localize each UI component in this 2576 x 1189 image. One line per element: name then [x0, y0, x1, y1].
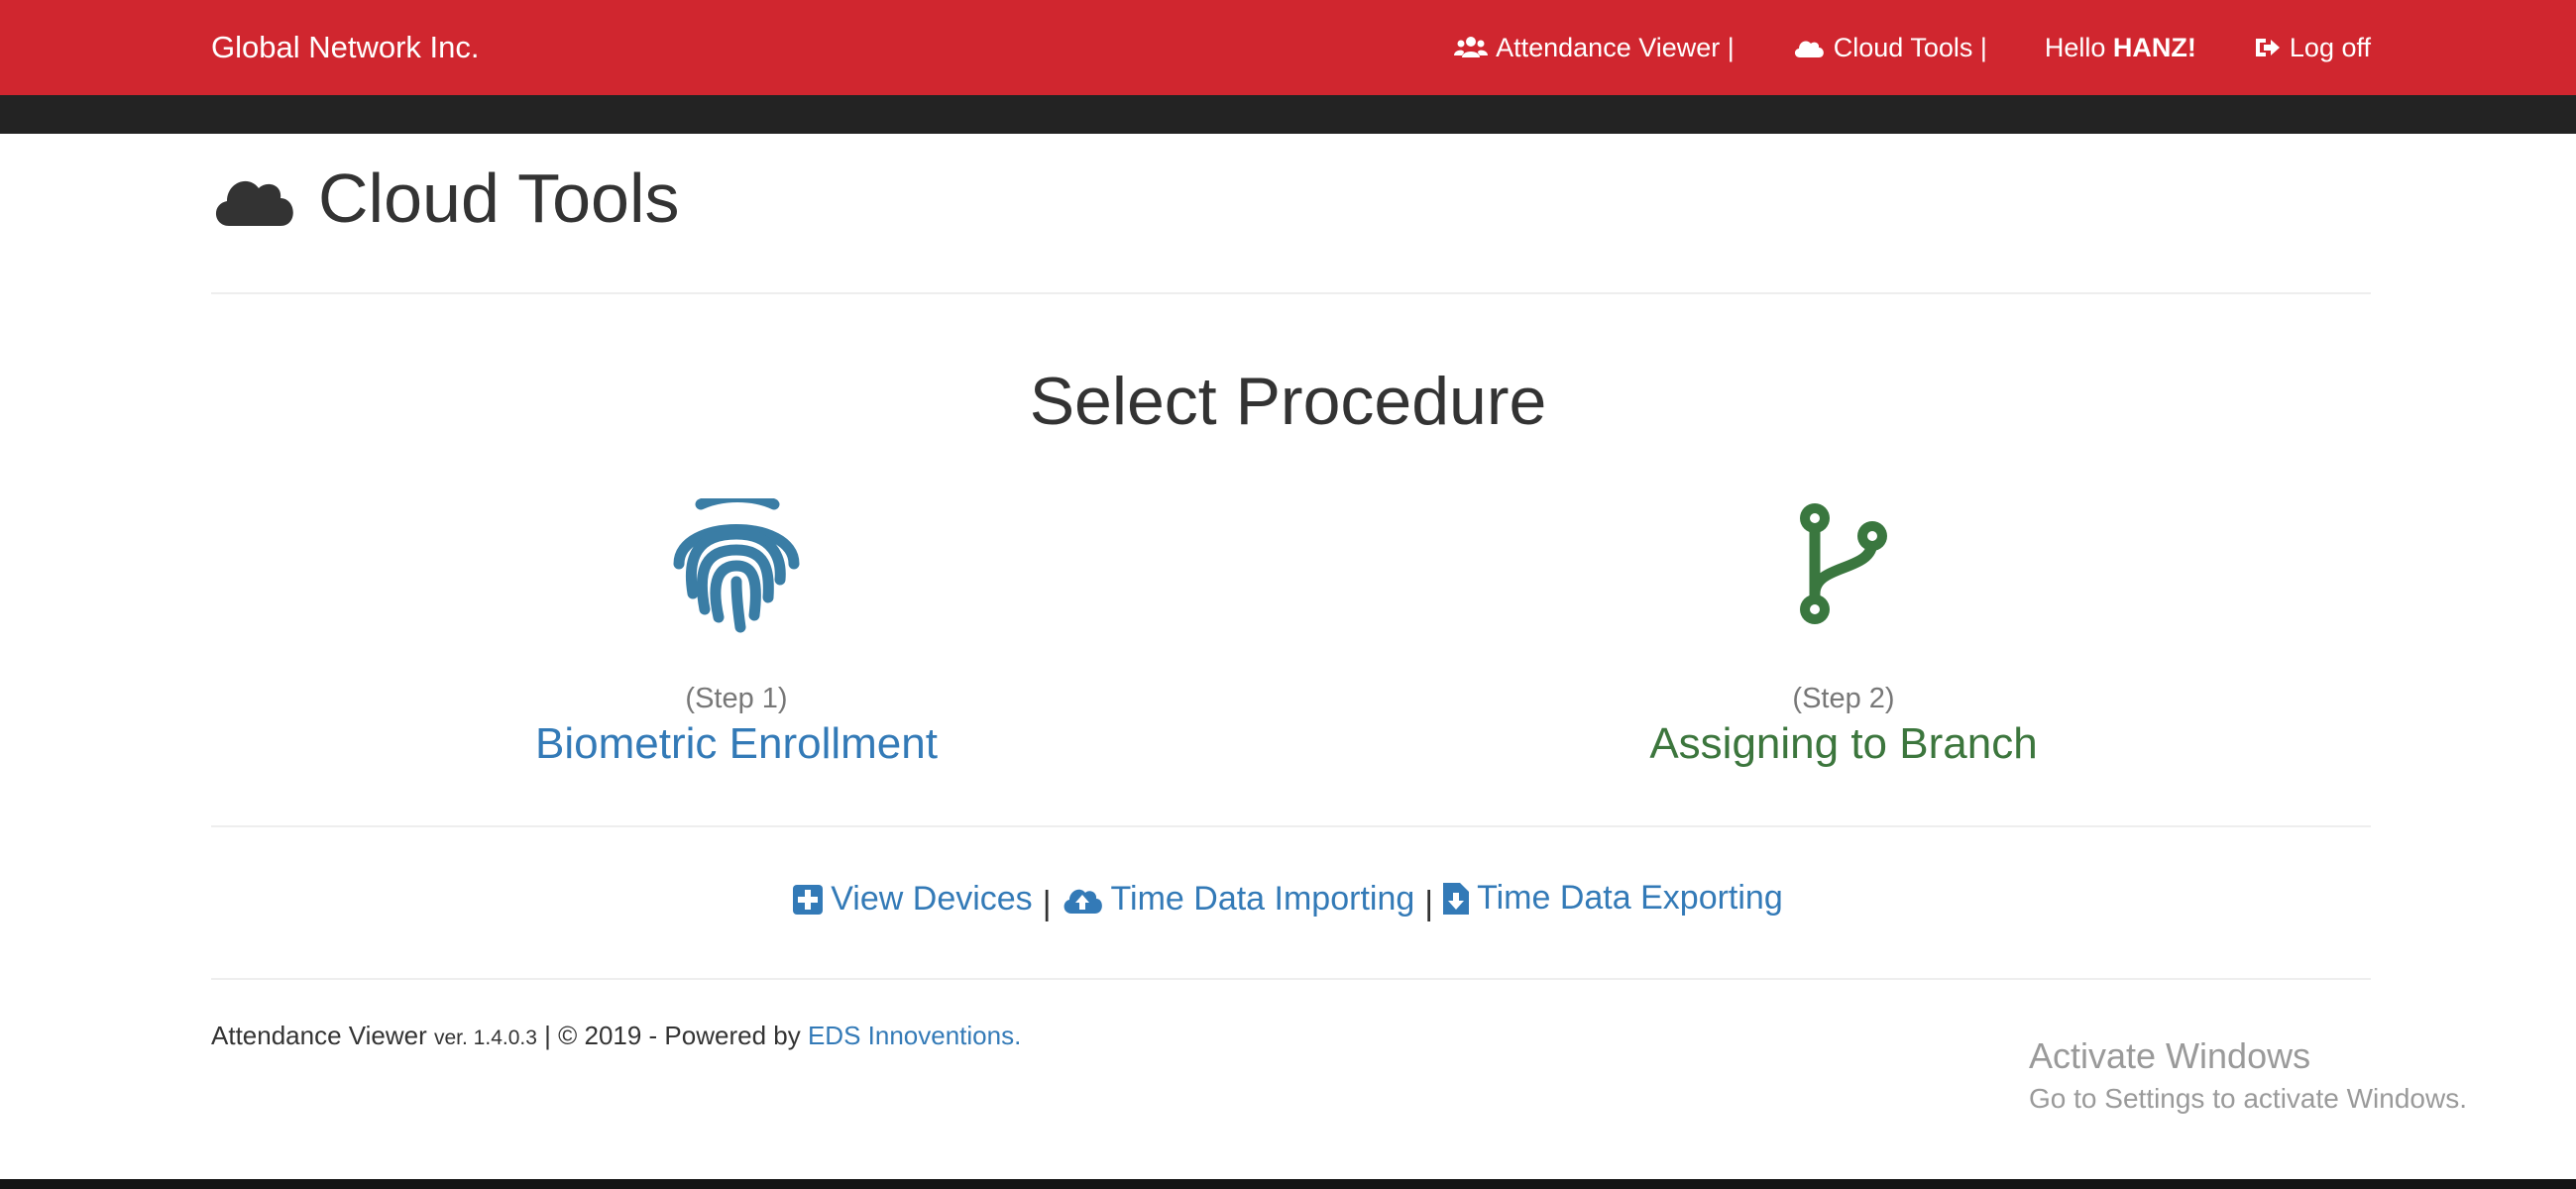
- link-separator: |: [1042, 884, 1052, 922]
- divider: [211, 292, 2371, 294]
- windows-activation-watermark: Activate Windows Go to Settings to activ…: [2029, 1035, 2467, 1115]
- sign-out-icon: [2255, 39, 2280, 56]
- footer-version: ver. 1.4.0.3: [434, 1027, 537, 1049]
- step1-label: Biometric Enrollment: [535, 719, 938, 768]
- logoff-link[interactable]: Log off: [2254, 33, 2371, 63]
- greeting-prefix: Hello: [2044, 32, 2113, 62]
- footer: Attendance Viewer ver. 1.4.0.3 | © 2019 …: [211, 1021, 1021, 1051]
- cloud-icon: [215, 180, 293, 226]
- plus-square-icon: [793, 884, 824, 915]
- company-link[interactable]: EDS Innoventions.: [808, 1021, 1021, 1050]
- link-separator: |: [1424, 884, 1434, 922]
- footer-copyright: | © 2019 - Powered by: [536, 1021, 808, 1050]
- navbar-right: Attendance Viewer | Cloud Tools | Hello …: [1454, 0, 2371, 95]
- username[interactable]: HANZ!: [2113, 33, 2196, 62]
- footer-app-name: Attendance Viewer: [211, 1021, 434, 1050]
- users-icon: [1454, 37, 1489, 57]
- assign-branch-option[interactable]: (Step 2) Assigning to Branch: [1497, 498, 2190, 769]
- time-data-importing-label: Time Data Importing: [1110, 880, 1415, 918]
- time-data-exporting-link[interactable]: Time Data Exporting: [1443, 879, 1783, 918]
- view-devices-label: View Devices: [831, 880, 1033, 918]
- page-title: Cloud Tools: [211, 149, 680, 248]
- tool-links: View Devices | Time Data Importing | Tim…: [0, 879, 2576, 923]
- time-data-importing-link[interactable]: Time Data Importing: [1062, 880, 1415, 919]
- step2-caption: (Step 2): [1792, 683, 1895, 714]
- watermark-subtitle: Go to Settings to activate Windows.: [2029, 1083, 2467, 1114]
- procedure-heading: Select Procedure: [1029, 364, 1547, 439]
- time-data-exporting-label: Time Data Exporting: [1477, 879, 1783, 917]
- top-navbar: Global Network Inc. Attendance Viewer | …: [0, 0, 2576, 95]
- nav-cloud-tools-label: Cloud Tools |: [1833, 32, 1987, 62]
- watermark-title: Activate Windows: [2029, 1035, 2311, 1076]
- brand-link[interactable]: Global Network Inc.: [211, 0, 480, 95]
- nav-attendance-viewer[interactable]: Attendance Viewer |: [1454, 33, 1735, 63]
- secondary-nav-bar: [0, 95, 2576, 134]
- step1-caption: (Step 1): [685, 683, 788, 714]
- page-title-text: Cloud Tools: [318, 160, 680, 237]
- biometric-enrollment-option[interactable]: (Step 1) Biometric Enrollment: [390, 498, 1083, 769]
- taskbar-edge: [0, 1179, 2576, 1189]
- cloud-icon: [1794, 41, 1824, 57]
- nav-cloud-tools[interactable]: Cloud Tools |: [1792, 33, 1987, 63]
- step2-label: Assigning to Branch: [1649, 719, 2038, 768]
- fingerprint-icon: [673, 498, 800, 633]
- greeting: Hello HANZ!: [2045, 33, 2196, 63]
- file-download-icon: [1443, 882, 1470, 915]
- view-devices-link[interactable]: View Devices: [793, 880, 1033, 919]
- nav-attendance-viewer-label: Attendance Viewer |: [1496, 32, 1735, 62]
- logoff-label: Log off: [2289, 32, 2371, 62]
- divider: [211, 825, 2371, 827]
- divider: [211, 978, 2371, 980]
- branch-icon: [1800, 503, 1887, 624]
- cloud-upload-icon: [1064, 889, 1102, 914]
